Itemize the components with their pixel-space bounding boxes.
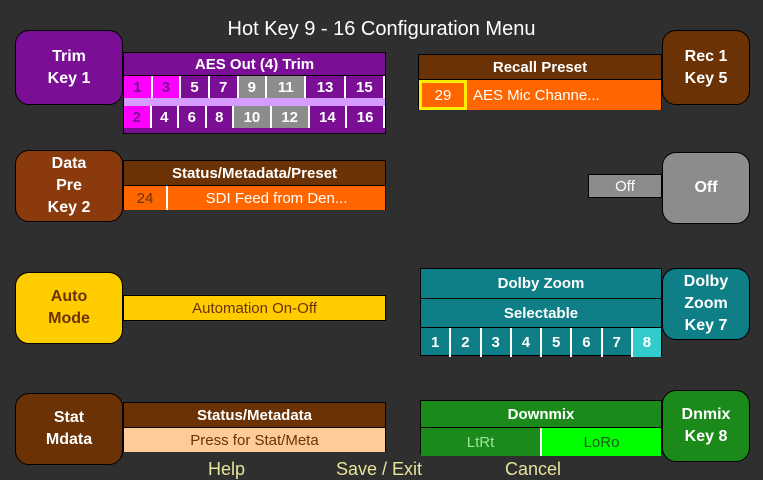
status-preset-panel: Status/Metadata/Preset 24 SDI Feed from … xyxy=(123,160,386,210)
auto-mode-button[interactable]: Auto Mode xyxy=(15,272,123,344)
downmix-option-ltrt[interactable]: LtRt xyxy=(421,428,542,456)
aes-channel-3[interactable]: 3 xyxy=(152,76,182,98)
aes-trim-panel: AES Out (4) Trim 1 3 5 7 9 11 13 15 2 4 6 8 10 12 14 1… xyxy=(123,52,386,134)
stat-mdata-button[interactable]: Stat Mdata xyxy=(15,393,123,465)
trim-key-button[interactable]: Trim Key 1 xyxy=(15,30,123,105)
status-preset-number: 24 xyxy=(124,186,168,210)
dnmix-key-button[interactable]: Dnmix Key 8 xyxy=(662,390,750,462)
dolby-zoom-key-button[interactable]: Dolby Zoom Key 7 xyxy=(662,268,750,340)
off-key-label: Off xyxy=(694,179,718,196)
aes-channel-10[interactable]: 10 xyxy=(234,106,272,128)
automation-field[interactable]: Automation On-Off xyxy=(123,295,386,321)
aes-channel-12[interactable]: 12 xyxy=(271,106,310,128)
data-pre-key-button[interactable]: Data Pre Key 2 xyxy=(15,150,123,222)
dolby-channel-2[interactable]: 2 xyxy=(451,328,482,357)
aes-channel-14[interactable]: 14 xyxy=(309,106,348,128)
dolby-channel-6[interactable]: 6 xyxy=(572,328,603,357)
aes-trim-divider xyxy=(124,98,385,106)
dolby-channel-4[interactable]: 4 xyxy=(512,328,542,357)
recall-preset-header: Recall Preset xyxy=(419,55,661,80)
aes-channel-6[interactable]: 6 xyxy=(179,106,207,128)
dolby-zoom-header: Dolby Zoom xyxy=(421,269,661,299)
dolby-channel-5[interactable]: 5 xyxy=(542,328,573,357)
cancel-button[interactable]: Cancel xyxy=(505,459,561,480)
aes-channel-7[interactable]: 7 xyxy=(209,76,239,98)
aes-channel-16[interactable]: 16 xyxy=(347,106,385,128)
aes-channel-15[interactable]: 15 xyxy=(345,76,385,98)
dnmix-key-label: Dnmix Key 8 xyxy=(681,406,731,445)
aes-channel-1[interactable]: 1 xyxy=(124,76,153,98)
recall-preset-number: 29 xyxy=(419,80,467,110)
downmix-panel: Downmix LtRt LoRo xyxy=(420,400,662,456)
status-meta-value[interactable]: Press for Stat/Meta xyxy=(124,428,385,452)
aes-trim-row-even: 2 4 6 8 10 12 14 16 xyxy=(124,106,385,128)
dolby-zoom-subheader: Selectable xyxy=(421,299,661,328)
status-preset-row[interactable]: 24 SDI Feed from Den... xyxy=(124,186,385,210)
help-button[interactable]: Help xyxy=(208,459,245,480)
rec-key-button[interactable]: Rec 1 Key 5 xyxy=(662,30,750,105)
aes-channel-9[interactable]: 9 xyxy=(238,76,268,98)
recall-preset-row[interactable]: 29 AES Mic Channe... xyxy=(419,80,661,110)
dolby-zoom-panel: Dolby Zoom Selectable 12345678 xyxy=(420,268,662,357)
rec-key-label: Rec 1 Key 5 xyxy=(684,47,728,87)
dolby-channel-3[interactable]: 3 xyxy=(482,328,512,357)
save-exit-button[interactable]: Save / Exit xyxy=(336,459,422,480)
aes-channel-8[interactable]: 8 xyxy=(206,106,235,128)
downmix-options: LtRt LoRo xyxy=(421,428,661,456)
stat-mdata-label: Stat Mdata xyxy=(45,409,93,448)
status-preset-header: Status/Metadata/Preset xyxy=(124,161,385,186)
off-field[interactable]: Off xyxy=(588,174,662,198)
downmix-option-loro[interactable]: LoRo xyxy=(542,428,661,456)
data-pre-key-label: Data Pre Key 2 xyxy=(47,155,91,216)
aes-channel-5[interactable]: 5 xyxy=(181,76,210,98)
dolby-channel-8[interactable]: 8 xyxy=(632,328,661,357)
status-meta-header: Status/Metadata xyxy=(124,403,385,428)
aes-trim-header: AES Out (4) Trim xyxy=(124,53,385,76)
aes-channel-13[interactable]: 13 xyxy=(306,76,346,98)
recall-preset-value: AES Mic Channe... xyxy=(473,86,600,104)
dolby-channel-7[interactable]: 7 xyxy=(603,328,633,357)
off-key-button[interactable]: Off xyxy=(662,152,750,224)
recall-preset-panel: Recall Preset 29 AES Mic Channe... xyxy=(418,54,662,110)
trim-key-label: Trim Key 1 xyxy=(47,47,91,87)
aes-trim-row-odd: 1 3 5 7 9 11 13 15 xyxy=(124,76,385,98)
dolby-zoom-key-label: Dolby Zoom Key 7 xyxy=(683,273,729,334)
downmix-header: Downmix xyxy=(421,401,661,428)
status-meta-panel: Status/Metadata Press for Stat/Meta xyxy=(123,402,386,452)
aes-channel-11[interactable]: 11 xyxy=(267,76,307,98)
status-preset-value: SDI Feed from Den... xyxy=(205,189,348,207)
aes-channel-4[interactable]: 4 xyxy=(151,106,180,128)
aes-channel-2[interactable]: 2 xyxy=(124,106,152,128)
auto-mode-label: Auto Mode xyxy=(48,288,90,327)
dolby-channel-1[interactable]: 1 xyxy=(421,328,452,357)
dolby-zoom-channel-row: 12345678 xyxy=(421,328,661,357)
